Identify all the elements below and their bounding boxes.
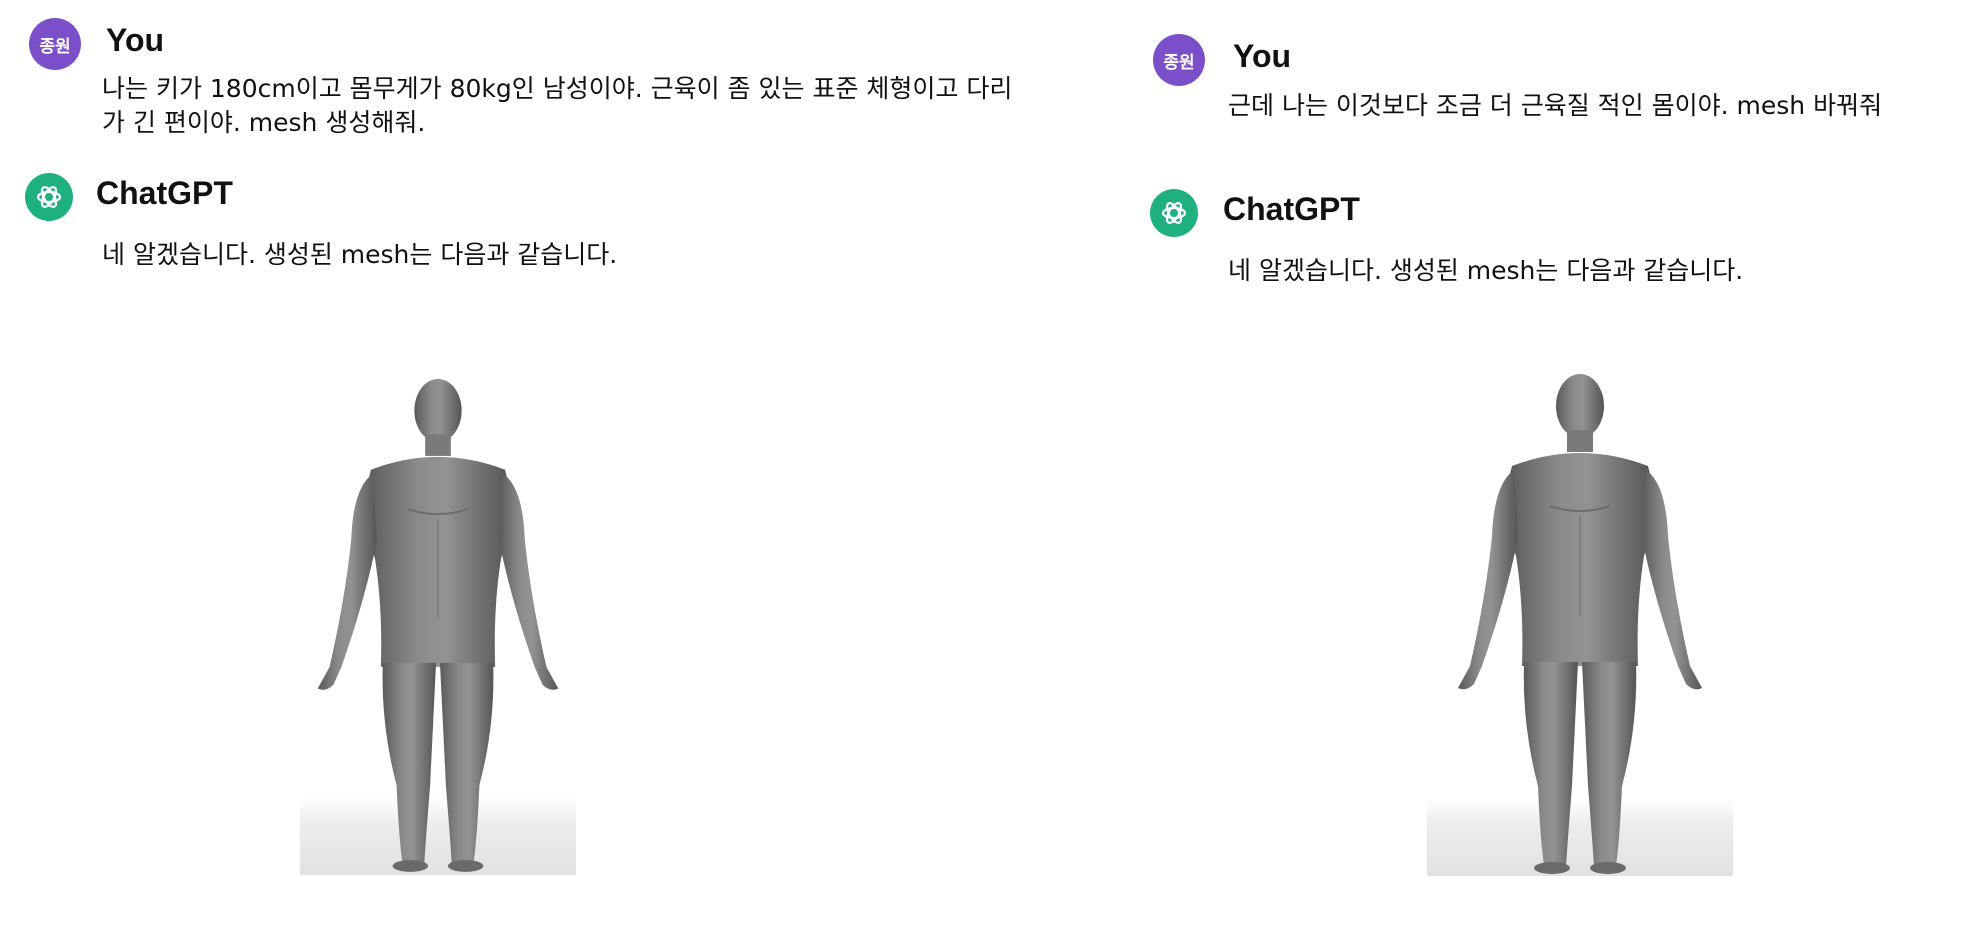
user-name: You	[106, 22, 165, 58]
mesh-body-render	[316, 378, 560, 873]
openai-knot-icon	[1161, 202, 1187, 224]
user-message: 근데 나는 이것보다 조금 더 근육질 적인 몸이야. mesh 바꿔줘	[1228, 91, 1883, 120]
right-chat-pane: 종원 You 근데 나는 이것보다 조금 더 근육질 적인 몸이야. mesh …	[1125, 0, 1985, 932]
user-avatar: 종원	[1153, 34, 1205, 86]
bot-name: ChatGPT	[96, 175, 233, 211]
human-mesh-figure	[1427, 366, 1733, 876]
bot-message: 네 알겠습니다. 생성된 mesh는 다음과 같습니다.	[102, 240, 618, 269]
openai-logo-icon	[1150, 189, 1198, 237]
bot-name: ChatGPT	[1223, 191, 1360, 227]
bot-message: 네 알겠습니다. 생성된 mesh는 다음과 같습니다.	[1228, 256, 1744, 285]
user-name: You	[1233, 38, 1292, 74]
human-mesh-figure	[300, 370, 576, 875]
openai-knot-icon	[36, 186, 62, 208]
user-avatar-initials: 종원	[1163, 52, 1195, 73]
user-avatar: 종원	[29, 18, 81, 70]
user-avatar-initials: 종원	[39, 36, 71, 57]
mesh-body-render	[1456, 372, 1704, 876]
left-chat-pane: 종원 You 나는 키가 180cm이고 몸무게가 80kg인 남성이야. 근육…	[0, 0, 1030, 932]
user-message: 나는 키가 180cm이고 몸무게가 80kg인 남성이야. 근육이 좀 있는 …	[102, 74, 1013, 137]
openai-logo-icon	[25, 173, 73, 221]
